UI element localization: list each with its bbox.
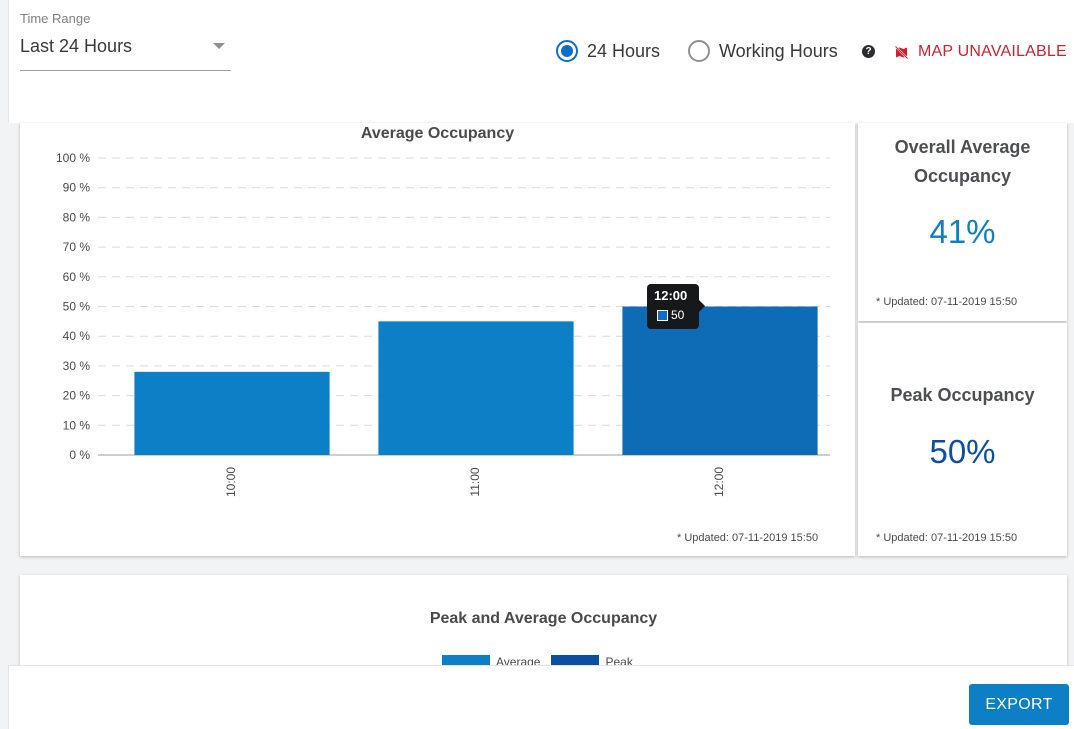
y-tick-label: 30 % bbox=[63, 359, 91, 373]
x-tick-label: 10:00 bbox=[224, 467, 238, 497]
radio-24-hours[interactable]: 24 Hours bbox=[556, 40, 660, 62]
y-tick-label: 100 % bbox=[56, 151, 90, 165]
export-button[interactable]: EXPORT bbox=[969, 684, 1069, 725]
help-icon[interactable]: ? bbox=[862, 45, 875, 58]
map-off-icon bbox=[895, 45, 908, 59]
y-tick-label: 20 % bbox=[63, 389, 91, 403]
chart-tooltip: 12:00 50 bbox=[647, 284, 705, 329]
x-tick-label: 12:00 bbox=[712, 467, 726, 497]
time-range-value: Last 24 Hours bbox=[20, 36, 133, 56]
bar bbox=[134, 371, 330, 455]
footer-bar: EXPORT bbox=[8, 665, 1074, 729]
map-unavailable-text: MAP UNAVAILABLE bbox=[918, 43, 1067, 60]
peak-occupancy-value: 50% bbox=[929, 433, 996, 470]
y-tick-label: 60 % bbox=[63, 270, 91, 284]
peak-average-title: Peak and Average Occupancy bbox=[429, 610, 658, 627]
y-tick-label: 70 % bbox=[63, 240, 91, 254]
tooltip-value: 50 bbox=[671, 308, 685, 322]
filter-bar: Time Range Last 24 Hours 24 Hours Workin… bbox=[8, 0, 1074, 123]
overall-average-card: Overall Average Occupancy 41% * Updated:… bbox=[858, 123, 1067, 321]
y-tick-label: 0 % bbox=[69, 448, 90, 462]
map-unavailable-status: MAP UNAVAILABLE bbox=[895, 43, 1067, 61]
tooltip-swatch bbox=[657, 310, 668, 321]
x-tick-label: 11:00 bbox=[468, 467, 482, 496]
time-range-select[interactable]: Last 24 Hours bbox=[20, 34, 231, 71]
peak-occupancy-title: Peak Occupancy bbox=[890, 385, 1035, 405]
bar bbox=[378, 321, 574, 455]
overall-average-updated: * Updated: 07-11-2019 15:50 bbox=[876, 296, 1018, 308]
y-tick-label: 80 % bbox=[63, 210, 91, 224]
tooltip-time: 12:00 bbox=[654, 288, 688, 303]
overall-average-title: Overall Average Occupancy bbox=[894, 137, 1031, 186]
peak-average-card: Peak and Average Occupancy Average Peak bbox=[20, 575, 1067, 675]
radio-working-hours[interactable]: Working Hours bbox=[688, 40, 838, 62]
average-occupancy-card: Average Occupancy 100 % 90 % 80 % 70 % 60 % 5… bbox=[20, 123, 855, 556]
y-tick-label: 90 % bbox=[63, 181, 91, 195]
radio-24-hours-label: 24 Hours bbox=[587, 40, 661, 61]
peak-occupancy-updated: * Updated: 07-11-2019 15:50 bbox=[876, 532, 1018, 544]
average-occupancy-chart: 100 % 90 % 80 % 70 % 60 % 50 % 40 % 30 % 20 % 10 … bbox=[56, 151, 830, 497]
time-range-label: Time Range bbox=[20, 11, 91, 26]
chart-updated-text: * Updated: 07-11-2019 15:50 bbox=[677, 532, 819, 544]
y-tick-label: 50 % bbox=[63, 300, 91, 314]
peak-occupancy-card: Peak Occupancy 50% * Updated: 07-11-2019… bbox=[858, 323, 1067, 556]
radio-checked-icon bbox=[556, 40, 578, 62]
overall-average-value: 41% bbox=[929, 213, 996, 250]
y-tick-label: 40 % bbox=[63, 329, 91, 343]
caret-down-icon bbox=[213, 43, 225, 49]
radio-working-hours-label: Working Hours bbox=[719, 40, 838, 61]
radio-unchecked-icon bbox=[688, 40, 710, 62]
y-tick-label: 10 % bbox=[63, 418, 91, 432]
